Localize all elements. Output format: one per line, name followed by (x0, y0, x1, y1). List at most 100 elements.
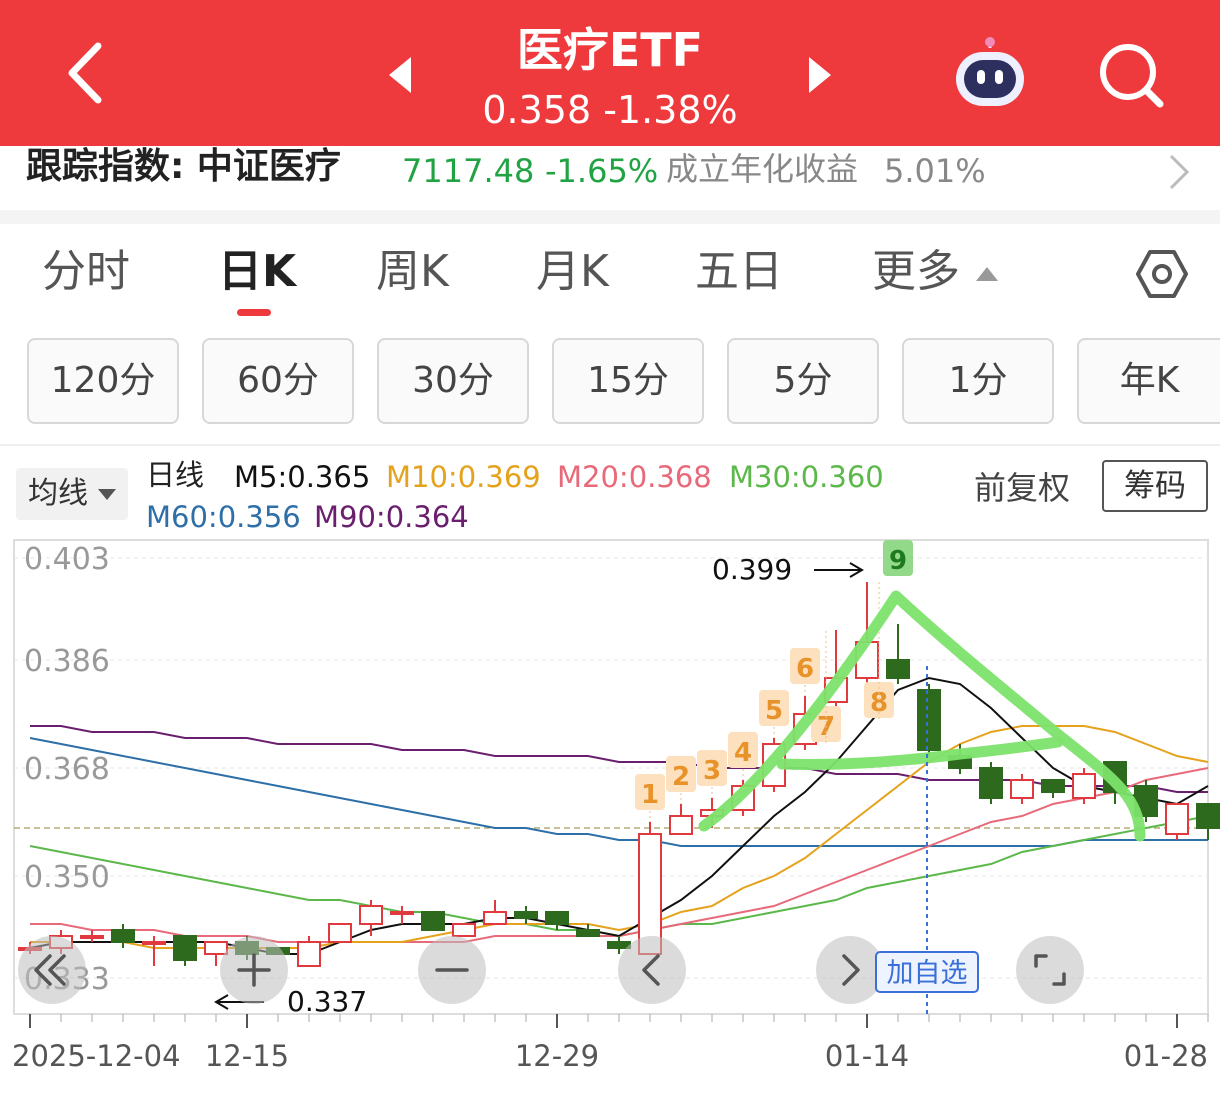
add-to-watchlist-label: 加自选 (887, 958, 968, 989)
candle-body (452, 923, 476, 937)
y-tick-label: 0.386 (24, 644, 110, 679)
candle-body (514, 911, 538, 919)
line-type-label: 日线 (146, 458, 205, 492)
candle-body (669, 815, 693, 835)
zoom-in-icon[interactable] (220, 936, 288, 1004)
candle-body (1041, 779, 1065, 793)
legend-m5: M5:0.365 (234, 460, 371, 494)
tab-more-label: 更多 (872, 246, 960, 297)
index-change: -1.65% (545, 152, 659, 190)
period-yearly-k[interactable]: 年K (1077, 338, 1220, 424)
prev-page-icon[interactable] (618, 936, 686, 1004)
period-30min[interactable]: 30分 (377, 338, 529, 424)
candle-body (80, 935, 104, 939)
ma-line-m5 (29, 676, 1209, 955)
ma-line-m10 (30, 725, 1209, 949)
ma-select-dropdown[interactable]: 均线 (16, 468, 128, 520)
period-60min[interactable]: 60分 (202, 338, 354, 424)
y-tick-label: 0.350 (24, 860, 110, 895)
legend-m30: M30:0.360 (729, 460, 884, 494)
td-sequence-label: 9 (889, 546, 907, 576)
high-price-arrow (814, 562, 864, 578)
y-tick-label: 0.403 (24, 542, 110, 577)
x-tick-label: 01-14 (825, 1039, 909, 1073)
candle-body (421, 911, 445, 931)
candle-body (886, 659, 910, 679)
candle-body (390, 911, 414, 915)
ma-legend: 均线 日线 M5:0.365 M10:0.369 M20:0.368 M30:0… (0, 444, 1220, 536)
candle-body (359, 905, 383, 925)
active-tab-indicator (237, 309, 271, 316)
tab-more[interactable]: 更多 (872, 244, 1000, 300)
candle-body (483, 911, 507, 925)
candle-body (979, 767, 1003, 799)
candle-body (1196, 803, 1220, 829)
add-to-watchlist-button[interactable]: 加自选 (875, 951, 979, 993)
candle-body (204, 941, 228, 955)
td-sequence-label: 2 (672, 762, 690, 792)
prev-fund-icon[interactable] (385, 55, 415, 95)
price-change: 0.358 -1.38% (482, 88, 738, 132)
period-5min[interactable]: 5分 (727, 338, 879, 424)
legend-m20: M20:0.368 (557, 460, 712, 494)
tab-five-day[interactable]: 五日 (695, 244, 783, 300)
tracking-index-row[interactable]: 跟踪指数: 中证医疗 7117.48 -1.65% 成立年化收益 5.01% (0, 146, 1220, 210)
x-tick-label: 12-15 (205, 1039, 289, 1073)
candle-body (173, 935, 197, 961)
td-sequence-label: 3 (703, 756, 721, 786)
y-tick-label: 0.368 (24, 752, 110, 787)
annual-yield-value: 5.01% (884, 152, 986, 190)
candle-body (607, 941, 631, 949)
fullscreen-icon[interactable] (1016, 936, 1084, 1004)
candle-body (1165, 803, 1189, 835)
chips-button[interactable]: 筹码 (1102, 460, 1208, 512)
robot-assistant-icon[interactable] (950, 36, 1030, 112)
zoom-out-icon[interactable] (418, 936, 486, 1004)
index-value: 7117.48 (402, 152, 535, 190)
candle-body (111, 929, 135, 943)
high-price-label: 0.399 (712, 553, 792, 586)
td-sequence-label: 1 (641, 780, 659, 810)
candle-body (545, 911, 569, 925)
period-buttons: 120分 60分 30分 15分 5分 1分 年K (0, 338, 1220, 428)
chevron-right-icon[interactable] (1166, 152, 1192, 192)
tracking-index-label: 跟踪指数: 中证医疗 (26, 146, 341, 187)
tab-weekly-k[interactable]: 周K (376, 244, 449, 300)
candle-body (638, 833, 662, 955)
td-sequence-label: 4 (734, 738, 752, 768)
td-sequence-label: 5 (765, 696, 783, 726)
section-divider (0, 210, 1220, 224)
adjust-mode[interactable]: 前复权 (974, 468, 1070, 508)
scroll-left-icon[interactable] (18, 936, 86, 1004)
next-fund-icon[interactable] (805, 55, 835, 95)
td-sequence-label: 6 (796, 654, 814, 684)
candle-body (917, 689, 941, 751)
x-tick-label: 01-28 (1124, 1039, 1208, 1073)
period-15min[interactable]: 15分 (552, 338, 704, 424)
low-price-label: 0.337 (287, 985, 367, 1018)
search-icon[interactable] (1096, 40, 1166, 110)
ma-select-label: 均线 (28, 476, 88, 511)
candle-body (576, 929, 600, 937)
legend-m60: M60:0.356 (146, 500, 301, 534)
tab-intraday[interactable]: 分时 (42, 244, 130, 300)
candle-body (297, 941, 321, 967)
tab-daily-k[interactable]: 日K (218, 244, 296, 300)
next-page-icon[interactable] (816, 936, 884, 1004)
period-1min[interactable]: 1分 (902, 338, 1054, 424)
candle-body (1072, 773, 1096, 799)
tab-monthly-k[interactable]: 月K (536, 244, 609, 300)
annual-yield-label: 成立年化收益 (666, 150, 859, 188)
candle-body (142, 941, 166, 945)
legend-m90: M90:0.364 (314, 500, 469, 534)
candle-body (1010, 779, 1034, 799)
candle-body (328, 923, 352, 943)
period-120min[interactable]: 120分 (27, 338, 179, 424)
kline-chart[interactable]: 0.4030.3860.3680.3500.3331234567890.3990… (0, 536, 1220, 1093)
x-tick-label: 2025-12-04 (12, 1039, 181, 1073)
settings-hexagon-icon[interactable] (1134, 246, 1190, 302)
top-bar: 医疗ETF 0.358 -1.38% (0, 0, 1220, 146)
chart-tabs: 分时 日K 周K 月K 五日 更多 (0, 224, 1220, 324)
x-tick-label: 12-29 (515, 1039, 599, 1073)
page-title: 医疗ETF (516, 23, 704, 77)
